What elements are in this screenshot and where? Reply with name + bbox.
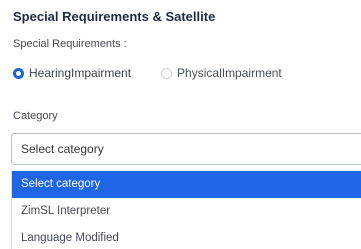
dropdown-option-language-modified[interactable]: Language Modified bbox=[12, 225, 361, 249]
radio-label-hearing-impairment: HearingImpairment bbox=[29, 66, 132, 80]
category-label: Category bbox=[13, 110, 58, 122]
section-title: Special Requirements & Satellite bbox=[13, 9, 216, 24]
radio-option-hearing-impairment[interactable]: HearingImpairment bbox=[13, 66, 131, 80]
special-requirements-panel: Special Requirements & Satellite Special… bbox=[0, 0, 361, 249]
radio-button-hearing-impairment[interactable] bbox=[13, 67, 24, 79]
category-select-value: Select category bbox=[21, 142, 104, 156]
radio-option-physical-impairment[interactable]: PhysicalImpairment bbox=[161, 66, 282, 80]
special-requirements-radio-group: HearingImpairment PhysicalImpairment bbox=[13, 64, 282, 82]
category-dropdown-list: Select category ZimSL Interpreter Langua… bbox=[11, 171, 361, 249]
radio-label-physical-impairment: PhysicalImpairment bbox=[177, 66, 282, 80]
category-select[interactable]: Select category bbox=[11, 133, 361, 165]
radio-button-physical-impairment[interactable] bbox=[161, 67, 173, 79]
dropdown-option-zimsl-interpreter[interactable]: ZimSL Interpreter bbox=[12, 198, 361, 225]
special-requirements-label: Special Requirements : bbox=[13, 38, 127, 50]
dropdown-option-select-category[interactable]: Select category bbox=[12, 171, 361, 198]
